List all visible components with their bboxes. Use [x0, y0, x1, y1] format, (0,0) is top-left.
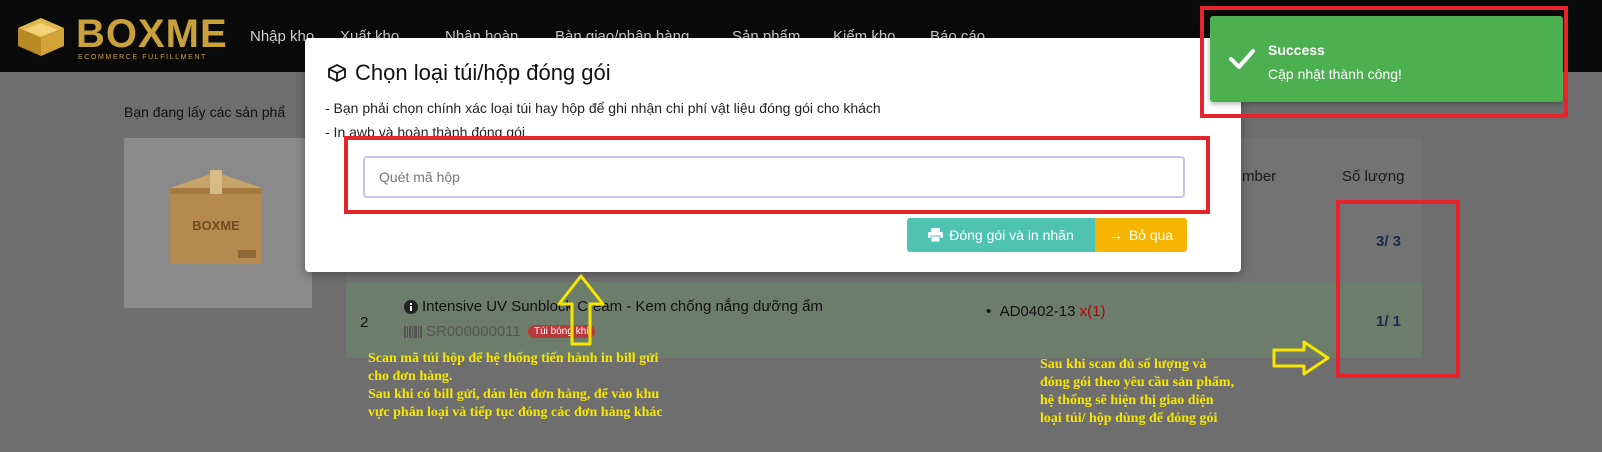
product-name-text: Intensive UV Sunblock Cream - Kem chống … [422, 298, 823, 315]
annotation-scan-instructions: Scan mã túi hộp để hệ thống tiến hành in… [368, 350, 663, 422]
boxme-logo[interactable]: BOXME ECOMMERCE FULFILLMENT [14, 12, 227, 64]
product-name[interactable]: Intensive UV Sunblock Cream - Kem chống … [404, 298, 823, 315]
info-icon [404, 299, 418, 314]
cardboard-box-image: BOXME [170, 170, 262, 264]
up-arrow-icon [557, 274, 605, 346]
success-toast[interactable]: Success Cập nhật thành công! [1210, 16, 1563, 102]
row-index: 2 [360, 314, 369, 331]
annotation-left-line-3: Sau khi có bill gửi, dán lên đơn hàng, đ… [368, 387, 660, 402]
package-icon [328, 64, 346, 82]
annotation-right-line-3: hệ thống sẽ hiện thị giao diện [1040, 393, 1214, 408]
toast-title: Success [1268, 42, 1325, 58]
skip-label: Bỏ qua [1128, 227, 1174, 243]
annotation-left-line-2: cho đơn hàng. [368, 369, 453, 384]
bullet-icon: • [986, 303, 1000, 320]
product-code: SR000000011 [404, 323, 521, 340]
pack-and-print-button[interactable]: Đóng gói và in nhãn [907, 218, 1095, 252]
annotation-left-line-1: Scan mã túi hộp để hệ thống tiến hành in… [368, 351, 659, 366]
checkmark-icon [1229, 49, 1255, 69]
box-scan-input[interactable] [363, 156, 1185, 198]
modal-title: Chọn loại túi/hộp đóng gói [327, 60, 611, 86]
column-header-quantity: Số lượng [1342, 168, 1405, 185]
annotation-right-line-2: đóng gói theo yêu cầu sản phẩm, [1040, 375, 1235, 390]
column-header-member: mber [1242, 168, 1277, 185]
modal-instruction-1: - Bạn phải chọn chính xác loại túi hay h… [325, 100, 881, 116]
svg-text:BOXME: BOXME [192, 218, 240, 233]
modal-instruction-2: - In awb và hoàn thành đóng gói [325, 124, 526, 140]
page-intro-text: Bạn đang lấy các sản phẩ [124, 104, 286, 120]
logo-subtitle: ECOMMERCE FULFILLMENT [78, 54, 207, 61]
box-logo-icon [18, 18, 64, 56]
right-arrow-icon [1272, 340, 1330, 376]
printer-icon [928, 228, 944, 242]
location-item: • AD0402-13 x(1) [986, 303, 1106, 320]
logo-text: BOXME [76, 12, 228, 56]
skip-button[interactable]: → Bỏ qua [1095, 218, 1187, 252]
package-card: BOXME [124, 138, 312, 308]
toast-message: Cập nhật thành công! [1268, 66, 1402, 82]
product-code-text: SR000000011 [426, 323, 521, 340]
location-count: x(1) [1079, 303, 1106, 320]
packaging-modal: Chọn loại túi/hộp đóng gói - Bạn phải ch… [305, 38, 1241, 272]
arrow-right-icon: → [1108, 227, 1123, 243]
barcode-icon [404, 325, 422, 338]
pack-and-print-label: Đóng gói và in nhãn [949, 227, 1074, 243]
modal-title-text: Chọn loại túi/hộp đóng gói [355, 60, 611, 85]
location-code: AD0402-13 [999, 303, 1076, 320]
annotation-right-line-4: loại túi/ hộp dùng để đóng gói [1040, 411, 1218, 426]
annotation-left-line-4: vực phân loại và tiếp tục đóng các đơn h… [368, 405, 663, 420]
annotation-right-line-1: Sau khi scan đủ số lượng và [1040, 357, 1207, 372]
row1-quantity: 3/ 3 [1376, 233, 1402, 250]
annotation-quantity-instructions: Sau khi scan đủ số lượng và đóng gói the… [1040, 356, 1234, 428]
table-row [346, 282, 1422, 358]
row2-quantity: 1/ 1 [1376, 313, 1402, 330]
